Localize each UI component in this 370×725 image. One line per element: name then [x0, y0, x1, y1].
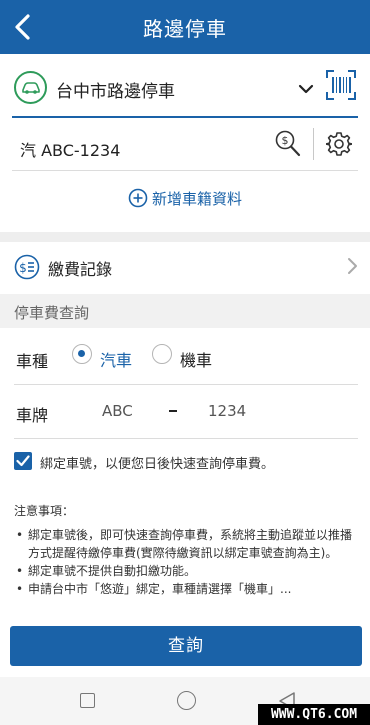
query-section-title: 停車費查詢 — [14, 304, 90, 322]
radio-motorcycle-label[interactable]: 機車 — [180, 347, 212, 371]
city-underline — [12, 116, 358, 118]
watermark: WWW.QT6.COM — [258, 704, 370, 725]
plate-input-row: 車牌 ABC 1234 — [14, 390, 358, 434]
radio-car-label[interactable]: 汽車 — [100, 347, 132, 371]
saved-plate-text: 汽 ABC-1234 — [20, 141, 121, 160]
car-icon — [14, 71, 47, 104]
plus-circle-icon — [128, 188, 148, 208]
saved-plate-row[interactable]: 汽 ABC-1234 $ — [12, 126, 358, 166]
plate-separator — [169, 410, 177, 412]
bind-plate-text: 綁定車號，以便您日後快速查詢停車費。 — [40, 457, 275, 472]
notes-title: 注意事項： — [14, 504, 75, 518]
vehicle-type-row: 車種 汽車 機車 — [14, 336, 358, 380]
query-button[interactable]: 查詢 — [10, 626, 362, 666]
svg-text:$: $ — [282, 134, 289, 147]
home-icon[interactable] — [177, 691, 196, 710]
app-header: 路邊停車 — [0, 0, 370, 54]
notes-section: 注意事項： 綁定車號後，即可快速查詢停車費，系統將主動追蹤並以推播方式提醒待繳停… — [14, 502, 354, 598]
svg-text:$: $ — [19, 261, 27, 275]
fee-search-icon[interactable]: $ — [274, 129, 302, 163]
add-vehicle-button[interactable]: 新增車籍資料 — [0, 188, 370, 209]
plate-prefix-input[interactable]: ABC — [102, 402, 133, 420]
plate-number-input[interactable]: 1234 — [208, 402, 246, 420]
vehicle-type-label: 車種 — [16, 352, 49, 371]
city-name: 台中市路邊停車 — [56, 82, 175, 102]
scroll-fade — [0, 606, 370, 624]
payment-list-icon: $ — [14, 254, 40, 284]
divider — [14, 384, 358, 385]
radio-motorcycle[interactable] — [152, 344, 172, 364]
plate-label: 車牌 — [16, 406, 49, 425]
chevron-down-icon[interactable] — [298, 80, 314, 99]
notes-list: 綁定車號後，即可快速查詢停車費，系統將主動追蹤並以推播方式提醒待繳停車費(實際待… — [14, 526, 354, 598]
chevron-right-icon — [346, 257, 358, 279]
query-section-header: 停車費查詢 — [0, 294, 370, 328]
page-title: 路邊停車 — [143, 17, 227, 41]
divider — [12, 170, 358, 171]
bind-plate-row: 綁定車號，以便您日後快速查詢停車費。 — [14, 450, 358, 476]
divider — [14, 438, 358, 439]
payment-records-item[interactable]: $ 繳費記錄 — [0, 242, 370, 290]
barcode-scan-icon[interactable] — [326, 70, 356, 104]
city-selector[interactable]: 台中市路邊停車 — [12, 62, 358, 114]
section-gap — [0, 232, 370, 242]
add-vehicle-label: 新增車籍資料 — [151, 190, 242, 208]
gear-icon[interactable] — [325, 131, 353, 161]
payment-records-label: 繳費記錄 — [48, 260, 113, 279]
recent-apps-icon[interactable] — [80, 693, 95, 708]
list-item: 綁定車號不提供自動扣繳功能。 — [14, 562, 354, 580]
divider — [313, 128, 314, 160]
bind-plate-checkbox[interactable] — [14, 452, 32, 470]
radio-car[interactable] — [72, 344, 92, 364]
list-item: 綁定車號後，即可快速查詢停車費，系統將主動追蹤並以推播方式提醒待繳停車費(實際待… — [14, 526, 354, 562]
list-item: 申請台中市「悠遊」綁定，車種請選擇「機車」... — [14, 580, 354, 598]
